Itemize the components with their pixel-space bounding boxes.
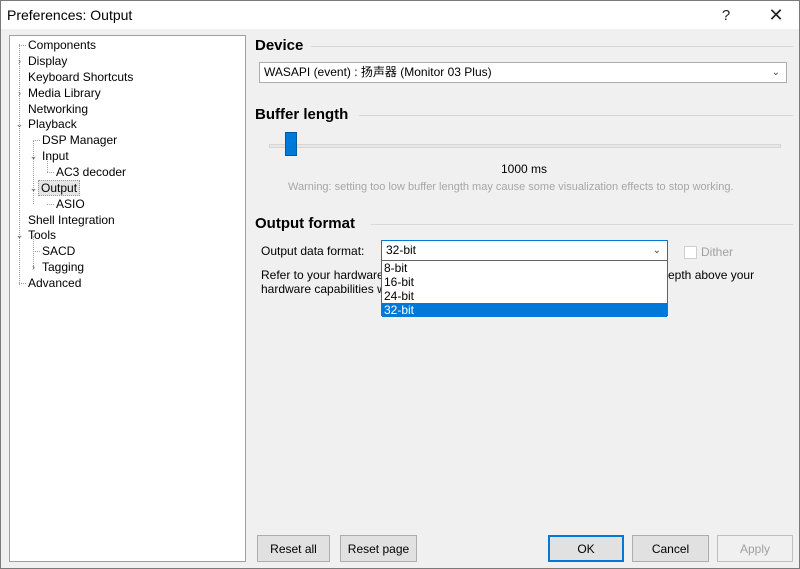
tree-line: [19, 283, 26, 284]
tree-item-output[interactable]: Output: [38, 180, 81, 196]
tree-item-label[interactable]: Tools: [26, 228, 58, 242]
tree-item-label[interactable]: Components: [26, 38, 98, 52]
dither-label: Dither: [701, 245, 734, 259]
tree-line: [19, 44, 20, 285]
help-text-line1-right: epth above your: [668, 268, 755, 282]
format-option[interactable]: 8-bit: [382, 261, 667, 275]
tree-item-label[interactable]: Shell Integration: [26, 213, 117, 227]
reset-page-button[interactable]: Reset page: [340, 535, 417, 562]
tree-item-keyboard-shortcuts[interactable]: Keyboard Shortcuts: [26, 70, 135, 85]
buffer-warning: Warning: setting too low buffer length m…: [288, 181, 734, 193]
section-divider: [359, 115, 793, 116]
section-divider: [371, 224, 793, 225]
device-select-value: WASAPI (event) : 扬声器 (Monitor 03 Plus): [264, 65, 492, 79]
tree-item-label[interactable]: ASIO: [54, 197, 87, 211]
tree-item-advanced[interactable]: Advanced: [26, 276, 83, 291]
tree-item-shell-integration[interactable]: Shell Integration: [26, 213, 117, 228]
tree-line: [47, 204, 54, 205]
tree-item-tagging[interactable]: Tagging: [40, 260, 86, 275]
tree-item-label[interactable]: Advanced: [26, 276, 83, 290]
tree-item-label[interactable]: Networking: [26, 102, 90, 116]
tree-item-sacd[interactable]: SACD: [40, 244, 77, 259]
output-data-format-dropdown: 8-bit 16-bit 24-bit 32-bit: [381, 260, 668, 317]
collapse-icon[interactable]: ⌄: [29, 152, 38, 161]
expand-icon[interactable]: ›: [29, 263, 38, 272]
preferences-tree: › › ⌄ ⌄ ⌄ ⌄ › Components Display Keyboar…: [9, 35, 246, 562]
cancel-button[interactable]: Cancel: [632, 535, 709, 562]
format-option[interactable]: 16-bit: [382, 275, 667, 289]
tree-item-dsp-manager[interactable]: DSP Manager: [40, 133, 119, 148]
dither-checkbox[interactable]: [684, 246, 697, 259]
format-option[interactable]: 24-bit: [382, 289, 667, 303]
help-text-line2: hardware capabilities w: [261, 282, 386, 296]
tree-line: [19, 45, 26, 46]
chevron-down-icon: ⌄: [771, 67, 780, 78]
tree-item-label[interactable]: DSP Manager: [40, 133, 119, 147]
output-data-format-value: 32-bit: [386, 243, 417, 257]
chevron-down-icon: ⌄: [652, 245, 661, 256]
tree-item-playback[interactable]: Playback: [26, 117, 79, 132]
collapse-icon[interactable]: ⌄: [15, 120, 24, 129]
tree-item-asio[interactable]: ASIO: [54, 197, 87, 212]
collapse-icon[interactable]: ⌄: [15, 231, 24, 240]
buffer-slider-thumb[interactable]: [285, 132, 297, 156]
tree-item-ac3-decoder[interactable]: AC3 decoder: [54, 165, 128, 180]
ok-button[interactable]: OK: [548, 535, 624, 562]
tree-item-tools[interactable]: Tools: [26, 228, 58, 243]
format-option-selected[interactable]: 32-bit: [382, 303, 667, 317]
tree-line: [47, 172, 54, 173]
tree-item-label[interactable]: SACD: [40, 244, 77, 258]
tree-item-label[interactable]: Tagging: [40, 260, 86, 274]
tree-line: [33, 140, 34, 204]
tree-item-media-library[interactable]: Media Library: [26, 86, 103, 101]
buffer-slider-track[interactable]: [269, 144, 781, 148]
device-select[interactable]: WASAPI (event) : 扬声器 (Monitor 03 Plus) ⌄: [259, 62, 787, 83]
output-format-heading: Output format: [255, 215, 355, 232]
output-data-format-label: Output data format:: [261, 244, 365, 258]
preferences-window: Preferences: Output ? ✕ › › ⌄ ⌄ ⌄ ⌄ › Co…: [0, 0, 800, 569]
tree-item-label[interactable]: AC3 decoder: [54, 165, 128, 179]
collapse-icon[interactable]: ⌄: [29, 184, 38, 193]
expand-icon[interactable]: ›: [15, 57, 24, 66]
tree-item-components[interactable]: Components: [26, 38, 98, 53]
expand-icon[interactable]: ›: [15, 89, 24, 98]
tree-item-networking[interactable]: Networking: [26, 102, 90, 117]
buffer-heading: Buffer length: [255, 106, 349, 123]
tree-line: [33, 140, 40, 141]
section-divider: [311, 46, 793, 47]
apply-button[interactable]: Apply: [717, 535, 793, 562]
buffer-value: 1000 ms: [501, 162, 548, 176]
tree-item-label[interactable]: Input: [40, 149, 71, 163]
window-title: Preferences: Output: [7, 7, 133, 23]
tree-item-label[interactable]: Media Library: [26, 86, 103, 100]
device-heading: Device: [255, 37, 304, 54]
help-button[interactable]: ?: [703, 1, 749, 29]
help-text-line1-left: Refer to your hardware: [261, 268, 384, 282]
tree-line: [33, 251, 40, 252]
tree-item-display[interactable]: Display: [26, 54, 69, 69]
reset-all-button[interactable]: Reset all: [257, 535, 330, 562]
tree-item-label[interactable]: Display: [26, 54, 69, 68]
output-data-format-select[interactable]: 32-bit ⌄: [381, 240, 668, 261]
tree-item-label[interactable]: Playback: [26, 117, 79, 131]
title-bar: Preferences: Output ? ✕: [1, 1, 799, 29]
close-button[interactable]: ✕: [753, 1, 799, 29]
tree-item-label[interactable]: Keyboard Shortcuts: [26, 70, 135, 84]
tree-item-label[interactable]: Output: [38, 180, 81, 196]
tree-item-input[interactable]: Input: [40, 149, 71, 164]
